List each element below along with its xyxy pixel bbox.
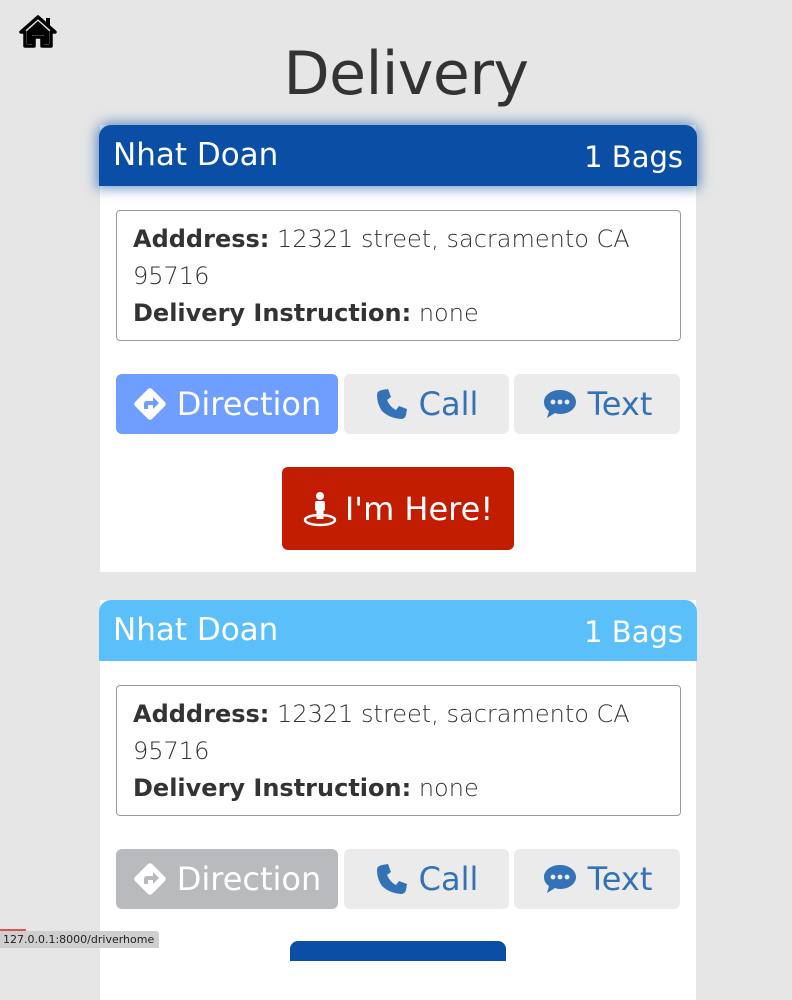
direction-label: Direction [176,385,322,423]
bag-count: 1 Bags [584,140,683,174]
phone-icon [375,862,409,896]
text-button[interactable]: Text [514,374,680,434]
customer-name: Nhat Doan [113,137,279,173]
call-button[interactable]: Call [344,374,509,434]
delivery-card: Nhat Doan 1 Bags Adddress: 12321 street,… [99,600,697,1000]
text-label: Text [587,860,653,898]
im-here-button[interactable]: I'm Here! [282,467,514,550]
delivery-info-box: Adddress: 12321 street, sacramento CA 95… [116,685,681,816]
instruction-label: Delivery Instruction: [133,774,412,802]
phone-icon [375,387,409,421]
status-url-text: 127.0.0.1:8000/driverhome [3,933,155,946]
im-here-button[interactable] [290,941,506,961]
browser-status-url: 127.0.0.1:8000/driverhome [0,929,160,948]
bag-count: 1 Bags [584,615,683,649]
text-label: Text [587,385,653,423]
direction-button[interactable]: Direction [116,849,338,909]
im-here-label: I'm Here! [344,489,494,528]
text-button[interactable]: Text [514,849,680,909]
directions-icon [133,862,167,896]
delivery-info-box: Adddress: 12321 street, sacramento CA 95… [116,210,681,341]
page-title: Delivery [283,39,529,109]
instruction-value: none [418,774,479,802]
address-label: Adddress: [133,700,270,728]
delivery-card: Nhat Doan 1 Bags Adddress: 12321 street,… [99,125,697,572]
call-label: Call [418,385,479,423]
instruction-value: none [418,299,479,327]
direction-label: Direction [176,860,322,898]
chat-bubble-icon [542,388,578,420]
card-header: Nhat Doan 1 Bags [99,125,697,186]
card-header: Nhat Doan 1 Bags [99,600,697,661]
street-view-icon [303,491,337,527]
chat-bubble-icon [542,863,578,895]
customer-name: Nhat Doan [113,612,279,648]
call-button[interactable]: Call [344,849,509,909]
call-label: Call [418,860,479,898]
instruction-label: Delivery Instruction: [133,299,412,327]
address-label: Adddress: [133,225,270,253]
direction-button[interactable]: Direction [116,374,338,434]
directions-icon [133,387,167,421]
